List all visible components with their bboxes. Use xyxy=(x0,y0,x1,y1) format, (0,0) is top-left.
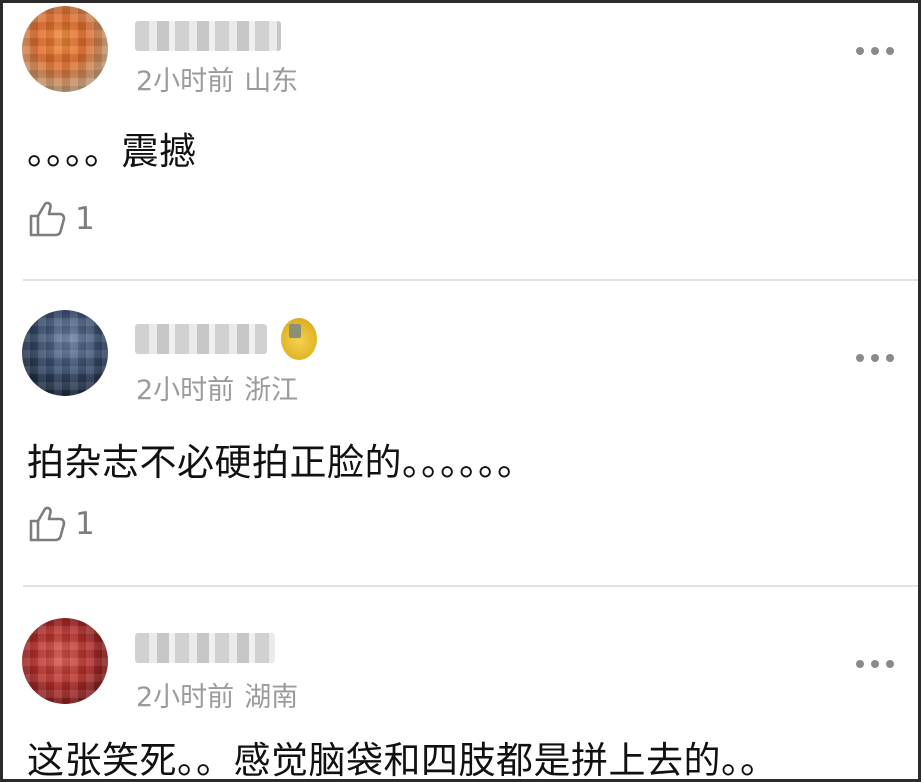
username-redacted[interactable] xyxy=(135,633,275,663)
comment-meta: 2小时前 湖南 xyxy=(136,675,298,714)
more-dots-icon[interactable] xyxy=(856,659,894,669)
comment-text: 。。。。震撼 xyxy=(27,130,197,173)
comment-meta: 2小时前 浙江 xyxy=(136,368,298,407)
thumbs-up-icon xyxy=(29,506,66,542)
avatar-pixelation xyxy=(22,618,108,704)
comment-list: 2小时前 山东 。。。。震撼 1 2小时前 浙江 拍杂志不必硬拍正脸的。。。。。。 … xyxy=(0,0,921,782)
avatar[interactable] xyxy=(22,618,108,704)
comment-meta: 2小时前 山东 xyxy=(136,59,298,98)
comment-item: 2小时前 湖南 这张笑死。。感觉脑袋和四肢都是拼上去的。。 xyxy=(3,587,918,782)
more-dots-icon[interactable] xyxy=(856,353,894,363)
like-button[interactable]: 1 xyxy=(27,199,95,239)
avatar[interactable] xyxy=(22,6,108,92)
comment-time: 2小时前 xyxy=(136,682,235,713)
username-redacted[interactable] xyxy=(135,21,281,51)
like-button[interactable]: 1 xyxy=(27,504,95,544)
more-dots-icon[interactable] xyxy=(856,46,894,56)
avatar[interactable] xyxy=(22,310,108,396)
thumbs-up-icon xyxy=(29,201,66,237)
comment-location: 浙江 xyxy=(244,375,299,406)
comment-time: 2小时前 xyxy=(136,375,235,406)
comment-text: 这张笑死。。感觉脑袋和四肢都是拼上去的。。 xyxy=(27,739,778,782)
username-redacted[interactable] xyxy=(135,324,267,354)
comment-time: 2小时前 xyxy=(136,66,235,97)
like-count: 1 xyxy=(75,506,95,542)
comment-location: 山东 xyxy=(244,66,299,97)
comment-text: 拍杂志不必硬拍正脸的。。。。。。 xyxy=(27,441,535,484)
avatar-pixelation xyxy=(22,6,108,92)
divider xyxy=(23,279,918,281)
comment-item: 2小时前 山东 。。。。震撼 1 xyxy=(3,3,918,279)
comment-item: 2小时前 浙江 拍杂志不必硬拍正脸的。。。。。。 1 xyxy=(3,282,918,586)
avatar-pixelation xyxy=(22,310,108,396)
user-level-badge-icon xyxy=(281,318,317,360)
comment-location: 湖南 xyxy=(244,682,299,713)
like-count: 1 xyxy=(75,201,95,237)
